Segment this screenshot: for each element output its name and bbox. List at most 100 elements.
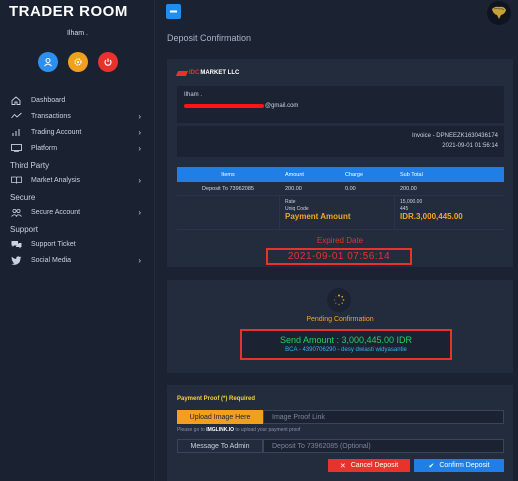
payment-amount-label: Payment Amount (285, 212, 351, 221)
send-amount-box: Send Amount : 3,000,445.00 IDR BCA - 439… (240, 329, 452, 360)
section-third-party: Third Party (10, 161, 50, 170)
confirm-deposit-label: Confirm Deposit (439, 462, 490, 469)
spinner-icon (333, 294, 345, 306)
bill-to-name: Ilham . (184, 92, 203, 98)
bill-to-email-row: @gmail.com (184, 103, 298, 109)
settings-button[interactable] (67, 52, 88, 72)
table-cell: Deposit To 73962085 (202, 185, 254, 192)
sidebar-item-platform[interactable]: Platform › (0, 140, 155, 156)
image-proof-input[interactable]: Image Proof Link (263, 410, 504, 424)
confirm-deposit-button[interactable]: ✔ Confirm Deposit (414, 459, 504, 472)
redaction-mark (184, 104, 264, 108)
payment-amount-value: IDR.3,000,445.00 (400, 212, 463, 221)
expired-date-label: Expired Date (316, 236, 364, 245)
logout-button[interactable] (97, 52, 118, 72)
close-icon: ✕ (339, 462, 346, 470)
chat-icon (10, 239, 22, 249)
quick-actions (0, 52, 155, 72)
market-logo-text: MARKET LLC (200, 70, 240, 76)
payment-proof-title: Payment Proof (*) Required (177, 396, 256, 402)
cancel-deposit-label: Cancel Deposit (350, 462, 399, 469)
message-input[interactable]: Deposit To 73962085 (Optional) (263, 439, 504, 453)
sidebar-item-label: Transactions (31, 112, 71, 120)
status-card: Pending Confirmation Send Amount : 3,000… (167, 280, 513, 373)
sidebar-item-label: Dashboard (31, 96, 66, 104)
twitter-icon (10, 255, 22, 265)
bank-info: BCA - 4390706290 - desy dwiasti widyasan… (285, 347, 407, 353)
invoice-table: Items Amount Charge Sub Total Deposit To… (177, 167, 504, 230)
hint-text: Please go to (177, 427, 205, 433)
sidebar-item-trading-account[interactable]: Trading Account › (0, 124, 155, 140)
sidebar-item-secure-account[interactable]: Secure Account › (0, 204, 155, 220)
user-name: Ilham . (66, 30, 88, 37)
upload-image-button[interactable]: Upload Image Here (177, 410, 263, 424)
rate-label: Rate (285, 199, 296, 205)
invoice-info-box: Invoice - DPNEEZK1630436174 2021-09-01 0… (177, 126, 504, 157)
column-header: Items (221, 171, 235, 178)
user-icon (43, 58, 52, 67)
imglink-link[interactable]: IMGLINK.IO (206, 427, 234, 433)
sidebar-item-label: Support Ticket (31, 240, 76, 248)
invoice-date: 2021-09-01 01:56:14 (442, 143, 498, 149)
menu-toggle-button[interactable] (166, 4, 181, 19)
send-amount: Send Amount : 3,000,445.00 IDR (279, 335, 413, 345)
sidebar-item-social-media[interactable]: Social Media › (0, 252, 155, 268)
check-icon: ✔ (428, 462, 435, 470)
invoice-number: Invoice - DPNEEZK1630436174 (411, 133, 498, 139)
home-icon (10, 95, 22, 105)
table-cell: 200.00 (400, 185, 417, 192)
bull-logo-icon (492, 6, 506, 19)
profile-button[interactable] (37, 52, 58, 72)
page-title: Deposit Confirmation (167, 33, 252, 43)
sidebar-item-label: Market Analysis (31, 176, 81, 184)
market-logo: IDC MARKET LLC (175, 70, 240, 76)
bar-chart-icon (10, 127, 22, 137)
book-icon (10, 175, 22, 185)
chevron-right-icon: › (138, 255, 141, 265)
sidebar-item-label: Platform (31, 144, 58, 152)
brand-title: TRADER ROOM (9, 3, 128, 20)
bill-to-email: @gmail.com (265, 103, 299, 109)
market-logo-mark (175, 70, 189, 76)
loading-spinner (327, 288, 351, 312)
table-header: Items Amount Charge Sub Total (177, 167, 504, 182)
market-logo-red: IDC (189, 70, 200, 76)
pending-status: Pending Confirmation (306, 316, 374, 323)
rate-value: 15,000.00 (400, 199, 423, 205)
sidebar-item-market-analysis[interactable]: Market Analysis › (0, 172, 155, 188)
sidebar-nav: Dashboard Transactions › Trading Account… (0, 92, 155, 268)
message-to-admin-label: Message To Admin (177, 439, 263, 453)
column-header: Amount (285, 171, 304, 178)
transactions-icon (10, 111, 22, 121)
table-cell: 0.00 (345, 185, 356, 192)
column-header: Sub Total (400, 171, 423, 178)
chevron-right-icon: › (138, 207, 141, 217)
chevron-right-icon: › (138, 143, 141, 153)
power-icon (103, 58, 112, 66)
expired-date-value: 2021-09-01 07:56:14 (266, 248, 412, 265)
sidebar: TRADER ROOM Ilham . Dashboard Transactio… (0, 0, 155, 481)
bill-to-box: Ilham . @gmail.com (177, 86, 504, 123)
users-icon (10, 207, 22, 217)
menu-icon (170, 10, 177, 13)
sidebar-item-label: Trading Account (31, 128, 82, 136)
table-summary: Rate Uniq Code Payment Amount 15,000.00 … (177, 196, 504, 230)
brand-logo[interactable] (487, 1, 511, 25)
invoice-card: IDC MARKET LLC Ilham . @gmail.com Invoic… (167, 59, 513, 267)
sidebar-item-support-ticket[interactable]: Support Ticket (0, 236, 155, 252)
payment-proof-card: Payment Proof (*) Required Upload Image … (167, 385, 513, 481)
sidebar-item-transactions[interactable]: Transactions › (0, 108, 155, 124)
chevron-right-icon: › (138, 127, 141, 137)
monitor-icon (10, 143, 22, 153)
sidebar-item-dashboard[interactable]: Dashboard (0, 92, 155, 108)
sidebar-item-label: Social Media (31, 256, 72, 264)
sidebar-item-label: Secure Account (31, 208, 81, 216)
chevron-right-icon: › (138, 175, 141, 185)
table-row: Deposit To 73962085 200.00 0.00 200.00 (177, 182, 504, 196)
chevron-right-icon: › (138, 111, 141, 121)
gear-icon (73, 58, 82, 66)
section-secure: Secure (10, 193, 36, 202)
column-header: Charge (345, 171, 364, 178)
cancel-deposit-button[interactable]: ✕ Cancel Deposit (328, 459, 410, 472)
hint-text: to upload your payment proof (235, 427, 301, 433)
